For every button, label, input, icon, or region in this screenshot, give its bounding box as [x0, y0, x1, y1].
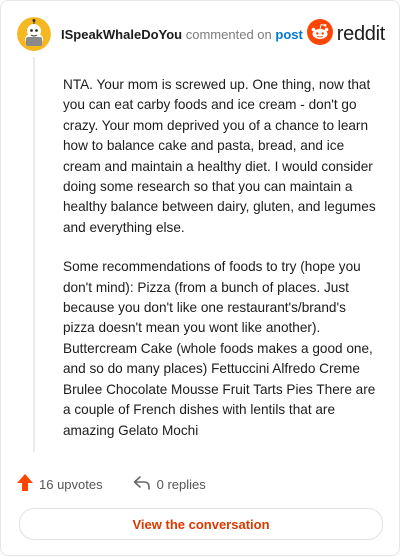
view-conversation-button[interactable]: View the conversation [19, 508, 383, 540]
thread-line [33, 57, 35, 452]
comment-actions: 16 upvotes 0 replies [17, 473, 206, 495]
reddit-brand[interactable]: reddit [306, 18, 386, 50]
reply-arrow-icon [133, 475, 151, 494]
byline: ISpeakWhaleDoYou commented on post [61, 27, 303, 42]
commented-text: commented on [185, 26, 272, 42]
upvote-count: 16 upvotes [39, 476, 103, 492]
comment-card: ISpeakWhaleDoYou commented on post reddi… [0, 0, 400, 556]
comment-body: NTA. Your mom is screwed up. One thing, … [63, 75, 381, 460]
snoo-avatar-icon[interactable] [17, 17, 51, 51]
reply-button[interactable]: 0 replies [133, 475, 206, 494]
reddit-logo-icon [306, 18, 333, 50]
upvote-button[interactable]: 16 upvotes [17, 474, 103, 494]
comment-header: ISpeakWhaleDoYou commented on post reddi… [17, 17, 385, 51]
post-link[interactable]: post [275, 27, 302, 42]
comment-paragraph: Some recommendations of foods to try (ho… [63, 259, 376, 438]
reply-count: 0 replies [156, 476, 206, 492]
upvote-arrow-icon [17, 474, 33, 494]
comment-paragraph: NTA. Your mom is screwed up. One thing, … [63, 77, 376, 235]
username[interactable]: ISpeakWhaleDoYou [61, 27, 182, 42]
reddit-wordmark: reddit [336, 22, 386, 45]
